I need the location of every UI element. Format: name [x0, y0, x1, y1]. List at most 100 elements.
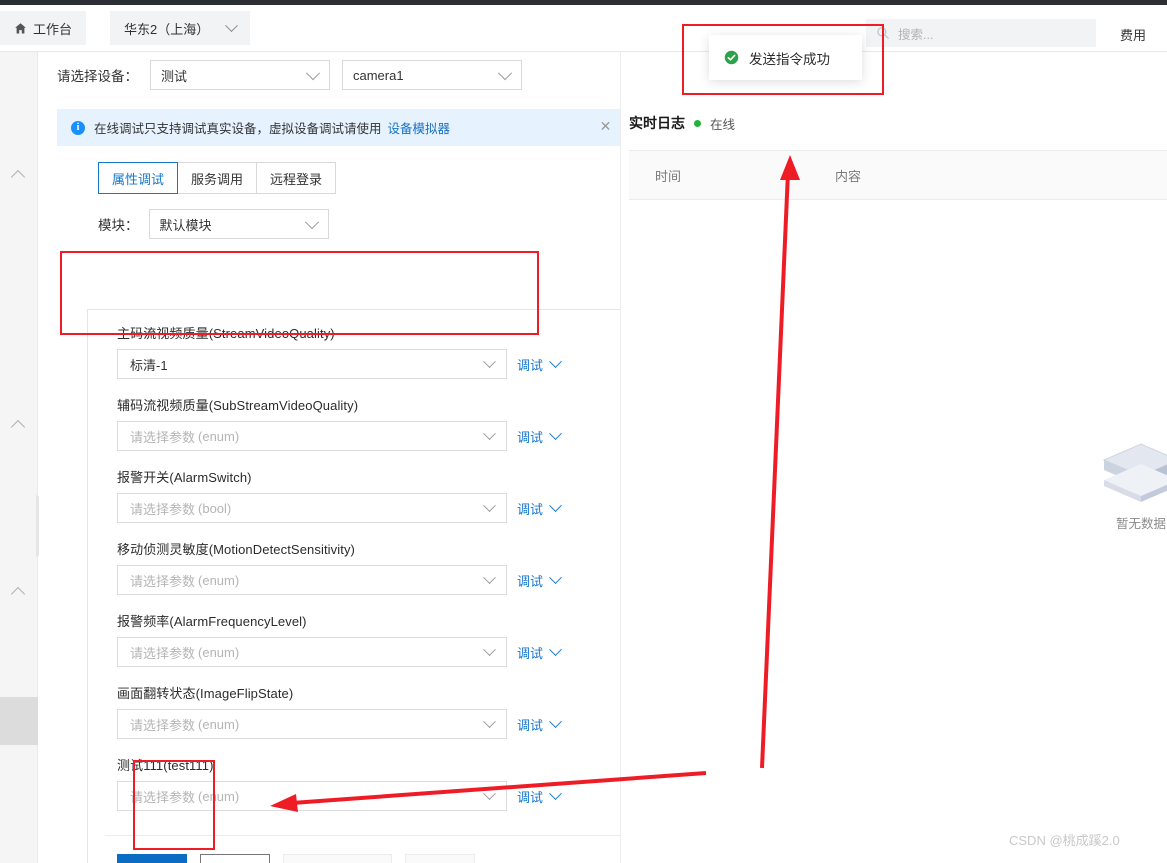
- tab-property-debug[interactable]: 属性调试: [98, 162, 179, 194]
- chevron-down-icon: [483, 499, 496, 513]
- rail-active-item[interactable]: [0, 697, 38, 745]
- property-name: 画面翻转状态(ImageFlipState): [117, 686, 294, 701]
- property-value: 标清-1: [130, 357, 168, 373]
- success-toast: 发送指令成功: [709, 35, 862, 80]
- chevron-down-icon: [483, 787, 496, 801]
- set-expected-value-button[interactable]: 设置期望值: [283, 854, 393, 863]
- reset-button[interactable]: 重置: [405, 854, 476, 863]
- property-name: 测试111(test111): [117, 758, 214, 773]
- tab-remote-login[interactable]: 远程登录: [256, 162, 337, 194]
- property-debug-button[interactable]: 调试: [517, 498, 562, 518]
- device-select-row: 请选择设备： 测试 camera1: [57, 60, 522, 90]
- left-nav-rail: [0, 52, 38, 863]
- debug-label: 调试: [517, 717, 544, 733]
- chevron-down-icon: [549, 426, 562, 440]
- property-name: 报警开关(AlarmSwitch): [117, 470, 252, 485]
- success-check-icon: [724, 50, 739, 65]
- property-debug-button[interactable]: 调试: [517, 786, 562, 806]
- empty-box-icon: [1098, 440, 1167, 506]
- rail-collapse-chevron-3[interactable]: [12, 587, 26, 596]
- chevron-down-icon: [549, 354, 562, 368]
- realtime-log-title: 实时日志: [629, 115, 685, 131]
- workbench-label: 工作台: [33, 21, 73, 37]
- chevron-down-icon: [305, 66, 321, 81]
- device-select-label: 请选择设备：: [57, 69, 138, 84]
- log-empty-state: 暂无数据: [1081, 440, 1167, 532]
- property-debug-button[interactable]: 调试: [517, 354, 562, 374]
- rail-collapse-chevron-2[interactable]: [12, 420, 26, 429]
- online-status-label: 在线: [710, 117, 736, 132]
- chevron-down-icon: [549, 498, 562, 512]
- empty-state-text: 暂无数据: [1115, 517, 1166, 531]
- property-row: 辅码流视频质量(SubStreamVideoQuality) 请选择参数 (en…: [88, 395, 642, 451]
- region-label: 华东2（上海）: [124, 21, 210, 37]
- property-value-select[interactable]: 请选择参数 (bool): [117, 493, 507, 523]
- property-value-select[interactable]: 请选择参数 (enum): [117, 421, 507, 451]
- workbench-button[interactable]: 工作台: [0, 11, 87, 45]
- chevron-down-icon: [483, 715, 496, 729]
- property-value-select[interactable]: 请选择参数 (enum): [117, 781, 507, 811]
- top-header-bar: 工作台 华东2（上海） 搜索... 费用: [0, 5, 1167, 52]
- debug-label: 调试: [517, 645, 544, 661]
- module-label: 模块：: [98, 218, 139, 233]
- property-debug-button[interactable]: 调试: [517, 714, 562, 734]
- device-select[interactable]: camera1: [342, 60, 522, 90]
- property-row: 移动侦测灵敏度(MotionDetectSensitivity) 请选择参数 (…: [88, 539, 642, 595]
- region-selector[interactable]: 华东2（上海）: [110, 11, 251, 45]
- module-select[interactable]: 默认模块: [148, 209, 329, 239]
- property-value: 请选择参数: [130, 429, 196, 445]
- property-debug-button[interactable]: 调试: [517, 642, 562, 662]
- chevron-down-icon: [549, 714, 562, 728]
- property-value-select[interactable]: 标清-1: [117, 349, 507, 379]
- fee-menu-item[interactable]: 费用: [1120, 25, 1146, 44]
- card-divider: [105, 835, 627, 836]
- property-value-select[interactable]: 请选择参数 (enum): [117, 709, 507, 739]
- debug-label: 调试: [517, 429, 544, 445]
- chevron-down-icon: [304, 215, 319, 230]
- column-header-content: 内容: [835, 168, 862, 184]
- module-select-row: 模块： 默认模块: [98, 209, 329, 239]
- property-list: 主码流视频质量(StreamVideoQuality) 标清-1 调试 辅码流视…: [88, 310, 642, 811]
- search-icon: [876, 26, 890, 40]
- product-select[interactable]: 测试: [150, 60, 330, 90]
- debug-label: 调试: [517, 789, 544, 805]
- log-table-header: 时间 内容: [629, 150, 1167, 200]
- debug-left-pane: 请选择设备： 测试 camera1 i 在线调试只支持调试真实设备，虚拟设备调试…: [39, 52, 643, 863]
- info-banner-text: 在线调试只支持调试真实设备，虚拟设备调试请使用: [94, 122, 382, 136]
- toast-message: 发送指令成功: [749, 51, 830, 67]
- property-type-hint: (enum): [198, 428, 240, 444]
- property-debug-button[interactable]: 调试: [517, 570, 562, 590]
- property-type-hint: (enum): [198, 788, 240, 804]
- debug-label: 调试: [517, 501, 544, 517]
- chevron-down-icon: [225, 18, 239, 32]
- property-type-hint: (bool): [198, 500, 232, 516]
- debug-label: 调试: [517, 573, 544, 589]
- card-action-bar: 获取 设置 设置期望值 重置: [117, 854, 476, 863]
- property-debug-button[interactable]: 调试: [517, 426, 562, 446]
- get-button[interactable]: 获取: [117, 854, 188, 863]
- chevron-down-icon: [483, 355, 496, 369]
- property-value-select[interactable]: 请选择参数 (enum): [117, 565, 507, 595]
- product-select-value: 测试: [161, 68, 188, 84]
- chevron-down-icon: [497, 66, 513, 81]
- module-select-value: 默认模块: [159, 217, 212, 233]
- chevron-down-icon: [483, 427, 496, 441]
- column-header-time: 时间: [655, 168, 682, 184]
- property-value: 请选择参数: [130, 717, 196, 733]
- property-row: 主码流视频质量(StreamVideoQuality) 标清-1 调试: [88, 323, 642, 379]
- property-name: 主码流视频质量(StreamVideoQuality): [117, 326, 335, 341]
- chevron-down-icon: [483, 571, 496, 585]
- property-value-select[interactable]: 请选择参数 (enum): [117, 637, 507, 667]
- rail-collapse-chevron-1[interactable]: [12, 170, 26, 179]
- property-row: 画面翻转状态(ImageFlipState) 请选择参数 (enum) 调试: [88, 683, 642, 739]
- set-button[interactable]: 设置: [200, 854, 271, 863]
- info-banner: i 在线调试只支持调试真实设备，虚拟设备调试请使用 设备模拟器 ✕: [57, 109, 625, 146]
- tab-service-call[interactable]: 服务调用: [177, 162, 258, 194]
- property-value: 请选择参数: [130, 501, 196, 517]
- chevron-down-icon: [549, 642, 562, 656]
- global-search-box[interactable]: 搜索...: [866, 19, 1096, 47]
- debug-label: 调试: [517, 357, 544, 373]
- online-status-dot-icon: [694, 119, 701, 127]
- device-simulator-link[interactable]: 设备模拟器: [388, 118, 451, 137]
- close-icon[interactable]: ✕: [599, 119, 612, 133]
